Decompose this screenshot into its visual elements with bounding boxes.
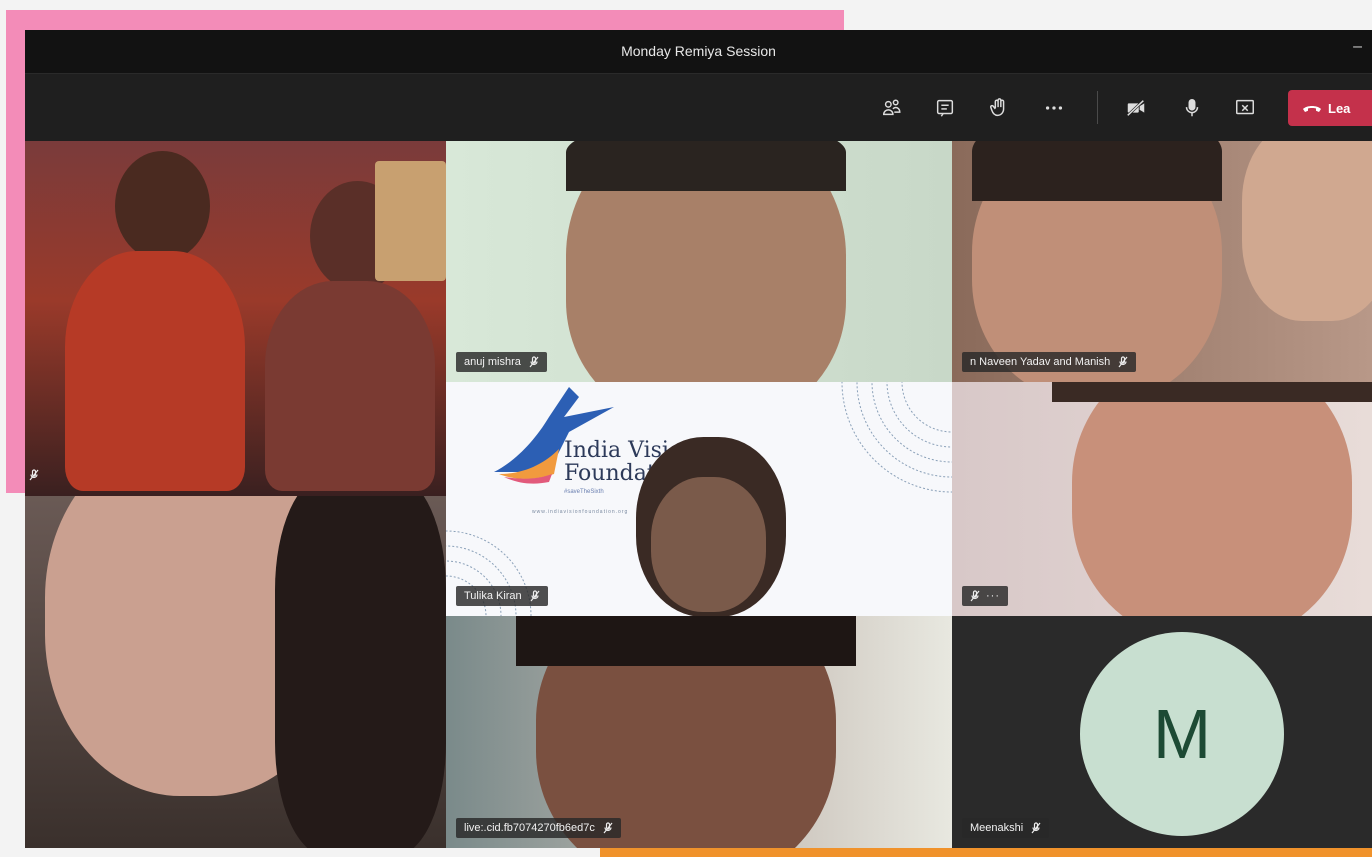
camera-off-icon (1126, 99, 1145, 117)
minimize-button[interactable]: – (1353, 38, 1362, 56)
chat-button[interactable] (931, 94, 959, 122)
leave-label: Lea (1328, 100, 1351, 116)
participant-silhouette (115, 151, 210, 261)
participant-silhouette (265, 281, 435, 491)
camera-toggle-button[interactable] (1122, 94, 1150, 122)
tile-8-name-label: Meenakshi (962, 818, 1050, 838)
participant-hair (1052, 382, 1372, 402)
participants-button[interactable] (878, 94, 906, 122)
logo-tagline: #saveTheSixth (564, 489, 604, 495)
mic-muted-icon (29, 469, 39, 481)
participant-face (651, 477, 766, 612)
tile-2-name-label: anuj mishra (456, 352, 547, 372)
background-wall (375, 161, 446, 281)
chat-icon (936, 99, 954, 117)
raise-hand-icon (990, 98, 1005, 117)
participant-silhouette (1242, 141, 1372, 321)
participant-hair (566, 141, 846, 191)
participant-silhouette (1072, 382, 1352, 616)
participant-hair (275, 496, 446, 848)
video-tile-1[interactable] (25, 141, 446, 496)
mic-muted-icon (603, 822, 613, 834)
raise-hand-button[interactable] (985, 94, 1013, 122)
participant-avatar: M (1080, 632, 1284, 836)
meeting-toolbar: Lea (25, 74, 1372, 141)
share-screen-icon (1236, 99, 1254, 115)
more-options-icon[interactable]: ··· (986, 590, 1000, 602)
mic-muted-icon (530, 590, 540, 602)
participant-name: n Naveen Yadav and Manish (970, 356, 1111, 368)
tile-7-name-label: live:.cid.fb7074270fb6ed7c (456, 818, 621, 838)
leave-button[interactable]: Lea (1288, 90, 1372, 126)
title-bar: Monday Remiya Session – (25, 30, 1372, 74)
video-tile-6[interactable]: ··· (952, 382, 1372, 616)
microphone-icon (1185, 99, 1199, 117)
participants-icon (883, 99, 901, 116)
more-actions-button[interactable] (1040, 94, 1068, 122)
toolbar-divider (1097, 91, 1098, 124)
participant-name: Tulika Kiran (464, 590, 522, 602)
mic-muted-icon (970, 590, 980, 602)
tile-6-status-label: ··· (962, 586, 1008, 606)
participant-hair (516, 616, 856, 666)
tile-5-name-label: Tulika Kiran (456, 586, 548, 606)
microphone-button[interactable] (1178, 94, 1206, 122)
participant-name: anuj mishra (464, 356, 521, 368)
mic-muted-icon (1031, 822, 1041, 834)
participant-name: Meenakshi (970, 822, 1024, 834)
logo-url: www.indiavisionfoundation.org (532, 509, 629, 515)
video-tile-7[interactable]: live:.cid.fb7074270fb6ed7c (446, 616, 952, 848)
video-tile-2[interactable]: anuj mishra (446, 141, 952, 382)
decorative-arcs (841, 382, 952, 493)
participant-hair (972, 141, 1222, 201)
mic-muted-icon (529, 356, 539, 368)
hang-up-icon (1303, 106, 1321, 112)
mic-muted-icon (1118, 356, 1128, 368)
video-tile-4[interactable] (25, 496, 446, 848)
video-tile-3[interactable]: n Naveen Yadav and Manish (952, 141, 1372, 382)
video-tile-5[interactable]: India Vision Foundatio #saveTheSixth www… (446, 382, 952, 616)
tile-1-mic-status (29, 468, 39, 486)
tile-3-name-label: n Naveen Yadav and Manish (962, 352, 1137, 372)
window-title: Monday Remiya Session (621, 43, 776, 59)
participant-silhouette (65, 251, 245, 491)
more-actions-icon (1045, 106, 1063, 110)
participant-name: live:.cid.fb7074270fb6ed7c (464, 822, 595, 834)
share-screen-button[interactable] (1231, 94, 1259, 122)
